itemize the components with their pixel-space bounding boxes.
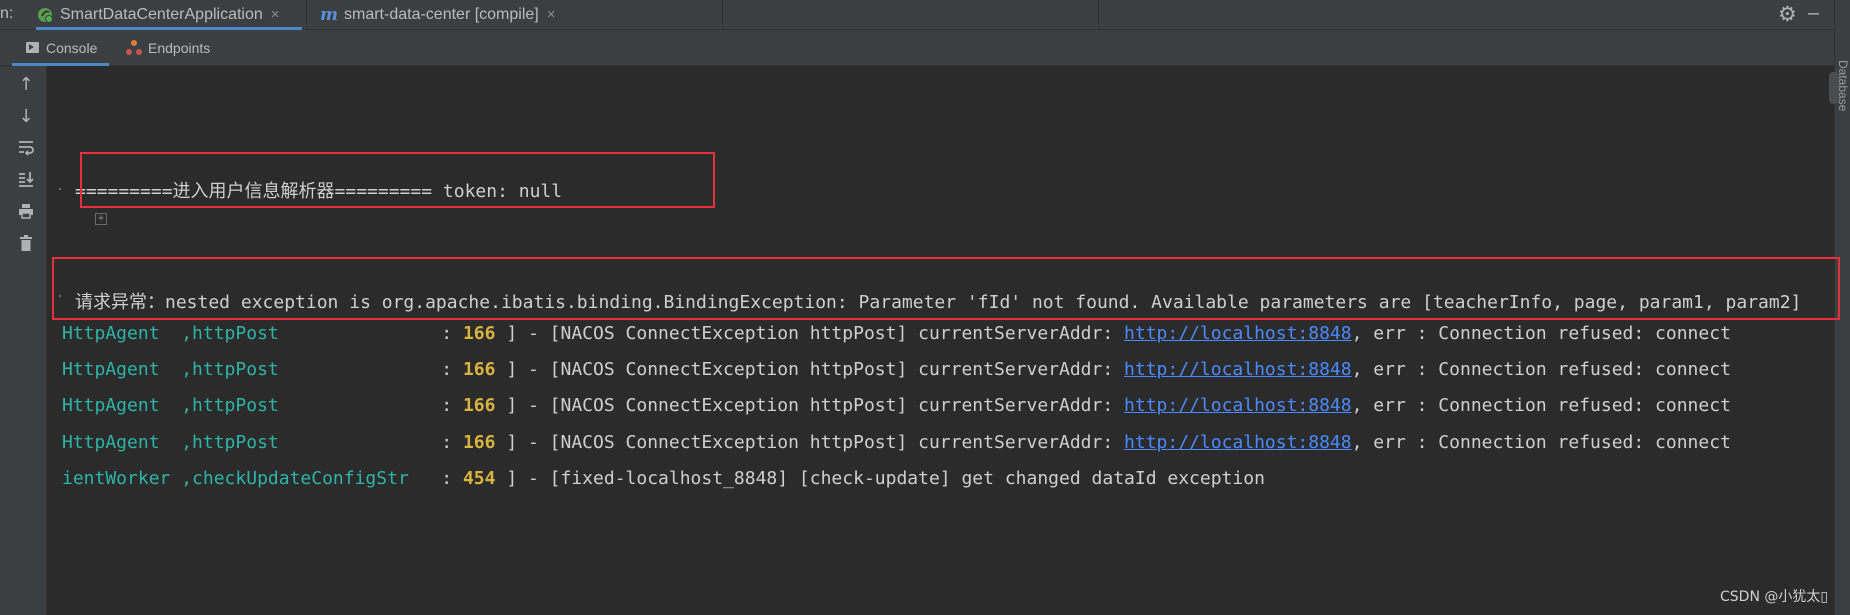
down-arrow-icon[interactable]: ↓ bbox=[15, 106, 37, 128]
run-tab-label: SmartDataCenterApplication bbox=[60, 5, 263, 23]
gear-icon[interactable]: ⚙ bbox=[1778, 2, 1797, 27]
tab-console[interactable]: Console bbox=[11, 30, 110, 66]
run-prefix-label: n: bbox=[0, 5, 14, 22]
log-link[interactable]: http://localhost:8848 bbox=[1124, 323, 1352, 344]
log-link[interactable]: http://localhost:8848 bbox=[1124, 395, 1352, 416]
log-link[interactable]: http://localhost:8848 bbox=[1124, 432, 1352, 453]
log-line: HttpAgent ,httpPost : 166 ] - [NACOS Con… bbox=[62, 323, 1731, 344]
console-icon bbox=[26, 42, 39, 53]
log-line: HttpAgent ,httpPost : 166 ] - [NACOS Con… bbox=[62, 432, 1731, 453]
run-tabs-bar: n: SmartDataCenterApplication × m smart-… bbox=[0, 0, 1850, 30]
tab-divider bbox=[306, 0, 307, 29]
tab-divider bbox=[722, 0, 723, 29]
print-icon[interactable] bbox=[15, 202, 37, 224]
run-tab-smart-data-center-compile[interactable]: m smart-data-center [compile] × bbox=[320, 0, 570, 29]
log-line: ientWorker ,checkUpdateConfigStr : 454 ]… bbox=[62, 468, 1265, 489]
console-output[interactable]: + =========进入用户信息解析器========= token: nul… bbox=[47, 66, 1834, 615]
tab-console-label: Console bbox=[46, 39, 98, 56]
endpoints-icon bbox=[126, 39, 142, 56]
console-toolbar: ↑ ↓ bbox=[0, 66, 47, 615]
csdn-watermark: CSDN @小犹太▯ bbox=[1720, 589, 1829, 605]
soft-wrap-icon[interactable] bbox=[15, 138, 37, 160]
console-tabs-bar: Console Endpoints bbox=[0, 30, 1834, 66]
spring-boot-run-icon bbox=[38, 7, 53, 23]
minimize-icon[interactable]: – bbox=[1808, 2, 1819, 25]
log-link[interactable]: http://localhost:8848 bbox=[1124, 359, 1352, 380]
close-icon[interactable]: × bbox=[271, 6, 280, 23]
console-scrollbar[interactable] bbox=[1829, 72, 1839, 104]
tab-endpoints-label: Endpoints bbox=[148, 39, 211, 56]
tab-endpoints[interactable]: Endpoints bbox=[126, 30, 210, 65]
log-line: HttpAgent ,httpPost : 166 ] - [NACOS Con… bbox=[62, 359, 1731, 380]
up-arrow-icon[interactable]: ↑ bbox=[15, 74, 37, 96]
highlight-box-exception bbox=[52, 257, 1840, 320]
close-icon[interactable]: × bbox=[547, 6, 556, 23]
maven-m-icon: m bbox=[320, 4, 338, 25]
log-line: HttpAgent ,httpPost : 166 ] - [NACOS Con… bbox=[62, 395, 1731, 416]
tab-divider bbox=[1098, 0, 1099, 29]
scroll-to-end-icon[interactable] bbox=[15, 170, 37, 192]
run-tab-smartdatacenterapplication[interactable]: SmartDataCenterApplication × bbox=[36, 0, 302, 30]
highlight-box-token bbox=[80, 152, 715, 208]
fold-toggle-icon[interactable]: + bbox=[95, 213, 107, 225]
gutter-dot bbox=[59, 188, 61, 190]
trash-icon[interactable] bbox=[15, 234, 37, 256]
run-tab-label: smart-data-center [compile] bbox=[344, 5, 539, 23]
